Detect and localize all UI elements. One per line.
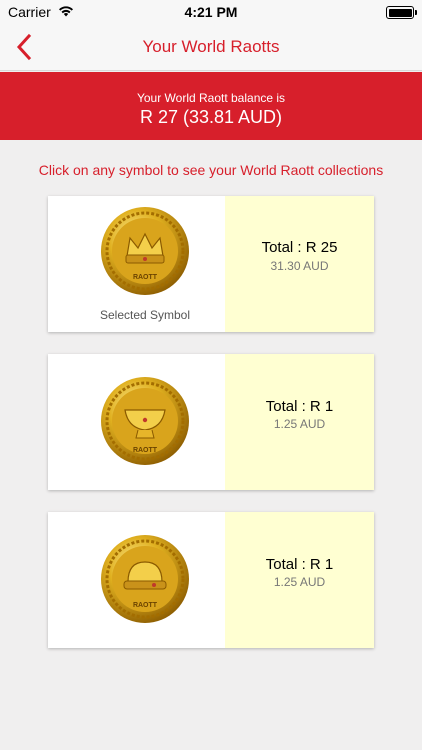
svg-text:RAOTT: RAOTT — [133, 274, 158, 281]
symbol-total: Total : R 25 — [261, 239, 338, 256]
symbol-total: Total : R 1 — [265, 556, 334, 573]
clock: 4:21 PM — [184, 4, 238, 20]
balance-banner: Your World Raott balance is R 27 (33.81 … — [0, 72, 422, 140]
svg-text:RAOTT: RAOTT — [133, 602, 158, 609]
page-title: Your World Raotts — [142, 37, 280, 56]
symbol-image-area: RAOTT Selected Symbol — [48, 196, 225, 332]
symbol-total: Total : R 1 — [265, 398, 334, 415]
symbol-card-bowl[interactable]: RAOTT Total : R 1 1.25 AUD — [48, 354, 374, 490]
navigation-bar: Your World Raotts — [0, 24, 422, 71]
crown-coin-icon: RAOTT — [101, 207, 189, 295]
bowl-coin-icon: RAOTT — [101, 377, 189, 465]
symbol-card-helmet[interactable]: RAOTT Total : R 1 1.25 AUD — [48, 512, 374, 648]
helmet-coin-icon: RAOTT — [101, 535, 189, 623]
symbol-image-area: RAOTT — [48, 512, 225, 648]
balance-label: Your World Raott balance is — [136, 91, 286, 105]
balance-value: R 27 (33.81 AUD) — [139, 107, 283, 127]
symbol-aud-value: 1.25 AUD — [273, 575, 326, 589]
symbol-total-area: Total : R 1 1.25 AUD — [225, 354, 374, 490]
symbol-aud-value: 31.30 AUD — [270, 259, 329, 273]
svg-text:RAOTT: RAOTT — [133, 447, 158, 454]
status-bar: Carrier 4:21 PM — [0, 0, 422, 24]
symbol-aud-value: 1.25 AUD — [273, 417, 326, 431]
symbol-total-area: Total : R 25 31.30 AUD — [225, 196, 374, 332]
selected-symbol-label: Selected Symbol — [99, 308, 191, 322]
symbol-card-crown[interactable]: RAOTT Selected Symbol Total : R 25 31.30… — [48, 196, 374, 332]
symbol-image-area: RAOTT — [48, 354, 225, 490]
symbol-total-area: Total : R 1 1.25 AUD — [225, 512, 374, 648]
battery-icon — [386, 6, 417, 19]
instruction-text: Click on any symbol to see your World Ra… — [38, 162, 384, 178]
